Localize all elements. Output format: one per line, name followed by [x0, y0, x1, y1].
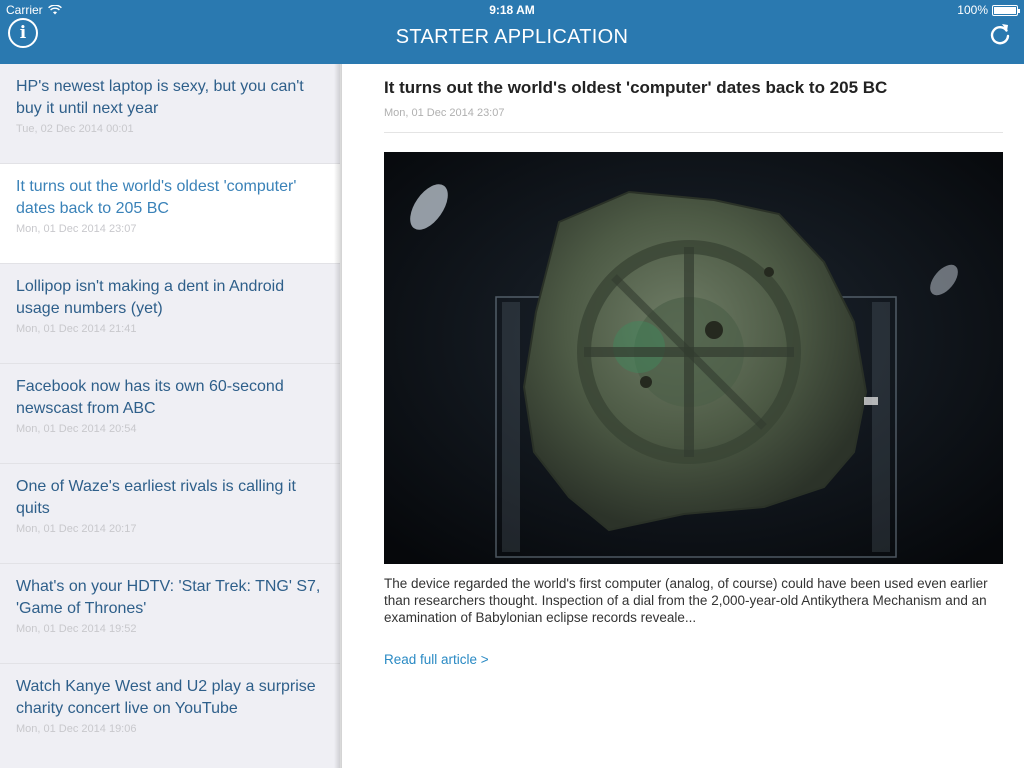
list-item[interactable]: Watch Kanye West and U2 play a surprise … — [0, 664, 340, 768]
battery-icon — [992, 4, 1020, 16]
list-item[interactable]: Lollipop isn't making a dent in Android … — [0, 264, 340, 364]
list-item-title: Facebook now has its own 60-second newsc… — [16, 378, 284, 417]
list-item[interactable]: One of Waze's earliest rivals is calling… — [0, 464, 340, 564]
list-item[interactable]: HP's newest laptop is sexy, but you can'… — [0, 64, 340, 164]
refresh-icon[interactable] — [988, 22, 1012, 46]
list-item-date: Mon, 01 Dec 2014 21:41 — [16, 323, 137, 335]
article-detail: It turns out the world's oldest 'compute… — [342, 64, 1024, 768]
status-time: 9:18 AM — [489, 3, 535, 17]
list-item-title: Lollipop isn't making a dent in Android … — [16, 278, 285, 317]
list-item-title: It turns out the world's oldest 'compute… — [16, 178, 297, 217]
list-item-date: Mon, 01 Dec 2014 20:54 — [16, 423, 137, 435]
app-header: Carrier 9:18 AM 100% i STARTER APPLICATI… — [0, 0, 1024, 64]
list-item-selected[interactable]: It turns out the world's oldest 'compute… — [0, 164, 340, 264]
antikythera-mechanism-photo — [384, 152, 1003, 564]
list-item[interactable]: What's on your HDTV: 'Star Trek: TNG' S7… — [0, 564, 340, 664]
article-date: Mon, 01 Dec 2014 23:07 — [384, 107, 505, 119]
status-bar: Carrier 9:18 AM 100% — [0, 0, 1024, 20]
article-image — [384, 152, 1003, 564]
list-item-date: Mon, 01 Dec 2014 19:52 — [16, 623, 137, 635]
article-summary: The device regarded the world's first co… — [384, 576, 988, 625]
list-item-date: Tue, 02 Dec 2014 00:01 — [16, 123, 134, 135]
battery-label: 100% — [957, 3, 988, 17]
list-item-date: Mon, 01 Dec 2014 23:07 — [16, 223, 137, 235]
battery-indicator: 100% — [957, 3, 1020, 17]
list-item-title: What's on your HDTV: 'Star Trek: TNG' S7… — [16, 578, 321, 617]
list-item-title: Watch Kanye West and U2 play a surprise … — [16, 678, 316, 717]
divider — [384, 132, 1003, 133]
article-title: It turns out the world's oldest 'compute… — [384, 78, 888, 97]
nav-title: STARTER APPLICATION — [395, 26, 629, 48]
list-item-title: HP's newest laptop is sexy, but you can'… — [16, 78, 304, 117]
list-item-date: Mon, 01 Dec 2014 19:06 — [16, 723, 137, 735]
list-item-date: Mon, 01 Dec 2014 20:17 — [16, 523, 137, 535]
list-item-title: One of Waze's earliest rivals is calling… — [16, 478, 296, 517]
sidebar-shadow — [334, 64, 342, 768]
article-list: HP's newest laptop is sexy, but you can'… — [0, 64, 340, 768]
list-item[interactable]: Facebook now has its own 60-second newsc… — [0, 364, 340, 464]
read-full-article-link[interactable]: Read full article > — [384, 652, 489, 667]
